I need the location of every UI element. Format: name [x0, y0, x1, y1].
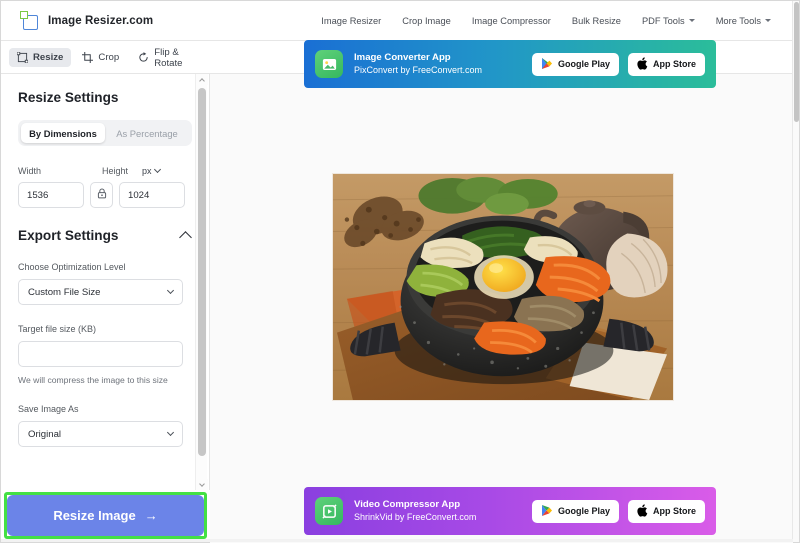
google-play-icon — [541, 57, 553, 72]
top-navigation: Image Resizer Crop Image Image Compresso… — [321, 16, 793, 26]
store-buttons: Google Play App Store — [532, 500, 705, 523]
google-play-label: Google Play — [558, 506, 610, 516]
bibimbap-photo — [333, 174, 673, 400]
unit-label: px — [142, 166, 152, 176]
resize-settings-title: Resize Settings — [18, 74, 192, 105]
segment-as-percentage[interactable]: As Percentage — [105, 123, 189, 143]
resize-image-label: Resize Image — [53, 508, 135, 523]
settings-sidebar: Resize Settings By Dimensions As Percent… — [1, 74, 210, 490]
chevron-up-icon[interactable] — [179, 231, 192, 244]
rotate-icon — [138, 52, 149, 63]
ad-title: Image Converter App — [354, 51, 482, 65]
chevron-down-icon — [167, 429, 174, 436]
save-image-as-value: Original — [28, 429, 61, 440]
nav-label: Image Compressor — [472, 16, 551, 26]
nav-item-image-compressor[interactable]: Image Compressor — [472, 16, 551, 26]
nav-label: PDF Tools — [642, 16, 685, 26]
ad-banner-video-compressor[interactable]: Video Compressor App ShrinkVid by FreeCo… — [304, 487, 716, 535]
tab-label: Resize — [33, 52, 63, 63]
arrow-right-icon: → — [145, 508, 158, 523]
page-scrollbar[interactable] — [792, 1, 799, 542]
nav-label: Image Resizer — [321, 16, 381, 26]
resize-frame-icon — [17, 52, 28, 63]
save-image-as-select[interactable]: Original — [18, 421, 183, 447]
nav-item-more-tools[interactable]: More Tools — [716, 16, 771, 26]
tool-tabbar: Resize Crop Flip & Rotate — [1, 42, 210, 74]
app-store-label: App Store — [653, 59, 696, 69]
apple-icon — [637, 57, 648, 72]
page-scrollbar-thumb[interactable] — [794, 2, 799, 122]
nav-item-crop-image[interactable]: Crop Image — [402, 16, 451, 26]
ad-banner-text: Image Converter App PixConvert by FreeCo… — [354, 51, 482, 78]
dimension-labels: Width Height px — [18, 166, 192, 176]
lock-icon — [97, 186, 107, 204]
google-play-button-top[interactable]: Google Play — [532, 53, 619, 76]
brand-logo-link[interactable]: Image Resizer.com — [1, 11, 153, 30]
video-compressor-app-icon — [315, 497, 343, 525]
ad-title: Video Compressor App — [354, 498, 476, 512]
optimization-level-value: Custom File Size — [28, 287, 101, 298]
optimization-level-label: Choose Optimization Level — [18, 262, 192, 272]
target-file-size-input[interactable] — [18, 341, 183, 367]
chevron-down-icon — [689, 19, 695, 22]
optimization-level-select[interactable]: Custom File Size — [18, 279, 183, 305]
tab-crop[interactable]: Crop — [74, 48, 127, 67]
google-play-button-bottom[interactable]: Google Play — [532, 500, 619, 523]
chevron-down-icon — [153, 166, 160, 173]
scroll-down-arrow-icon[interactable] — [196, 479, 208, 490]
resize-mode-segment: By Dimensions As Percentage — [18, 120, 192, 146]
nav-label: More Tools — [716, 16, 761, 26]
resize-image-highlight: Resize Image → — [4, 492, 207, 539]
dimension-inputs-row: 1536 1024 — [18, 182, 192, 208]
chevron-down-icon — [765, 19, 771, 22]
nav-item-pdf-tools[interactable]: PDF Tools — [642, 16, 695, 26]
ad-banner-image-converter[interactable]: Image Converter App PixConvert by FreeCo… — [304, 40, 716, 88]
sidebar-scrollbar[interactable] — [195, 74, 207, 490]
lock-aspect-ratio-button[interactable] — [90, 182, 113, 208]
height-input[interactable]: 1024 — [119, 182, 185, 208]
save-image-as-label: Save Image As — [18, 404, 192, 414]
app-store-button-bottom[interactable]: App Store — [628, 500, 705, 523]
tab-label: Flip & Rotate — [154, 47, 202, 69]
crop-icon — [82, 52, 93, 63]
tab-flip-rotate[interactable]: Flip & Rotate — [130, 43, 210, 73]
chevron-down-icon — [167, 287, 174, 294]
nav-item-image-resizer[interactable]: Image Resizer — [321, 16, 381, 26]
app-store-button-top[interactable]: App Store — [628, 53, 705, 76]
tab-label: Crop — [98, 52, 119, 63]
apple-icon — [637, 504, 648, 519]
unit-dropdown[interactable]: px — [142, 166, 160, 176]
window-bottom-strip — [1, 539, 793, 542]
preview-canvas: Image Converter App PixConvert by FreeCo… — [210, 74, 793, 543]
store-buttons: Google Play App Store — [532, 53, 705, 76]
scroll-up-arrow-icon[interactable] — [196, 74, 208, 85]
app-window: Image Resizer.com Image Resizer Crop Ima… — [0, 0, 800, 543]
site-header: Image Resizer.com Image Resizer Crop Ima… — [1, 1, 793, 41]
height-label: Height — [102, 166, 142, 176]
nav-item-bulk-resize[interactable]: Bulk Resize — [572, 16, 621, 26]
nav-label: Bulk Resize — [572, 16, 621, 26]
export-settings-title: Export Settings — [18, 228, 118, 243]
google-play-icon — [541, 504, 553, 519]
brand-name: Image Resizer.com — [48, 15, 153, 27]
width-label: Width — [18, 166, 102, 176]
app-store-label: App Store — [653, 506, 696, 516]
tab-resize[interactable]: Resize — [9, 48, 71, 67]
image-preview[interactable] — [332, 173, 674, 401]
resize-square-logo-icon — [20, 11, 39, 30]
sidebar-scrollbar-thumb[interactable] — [198, 88, 206, 456]
resize-image-button[interactable]: Resize Image → — [7, 495, 204, 536]
target-file-size-hint: We will compress the image to this size — [18, 375, 192, 385]
export-settings-header[interactable]: Export Settings — [18, 208, 192, 243]
target-file-size-label: Target file size (KB) — [18, 324, 192, 334]
ad-subtitle: ShrinkVid by FreeConvert.com — [354, 511, 476, 524]
ad-subtitle: PixConvert by FreeConvert.com — [354, 64, 482, 77]
ad-banner-text: Video Compressor App ShrinkVid by FreeCo… — [354, 498, 476, 525]
nav-label: Crop Image — [402, 16, 451, 26]
width-input[interactable]: 1536 — [18, 182, 84, 208]
google-play-label: Google Play — [558, 59, 610, 69]
segment-by-dimensions[interactable]: By Dimensions — [21, 123, 105, 143]
image-converter-app-icon — [315, 50, 343, 78]
